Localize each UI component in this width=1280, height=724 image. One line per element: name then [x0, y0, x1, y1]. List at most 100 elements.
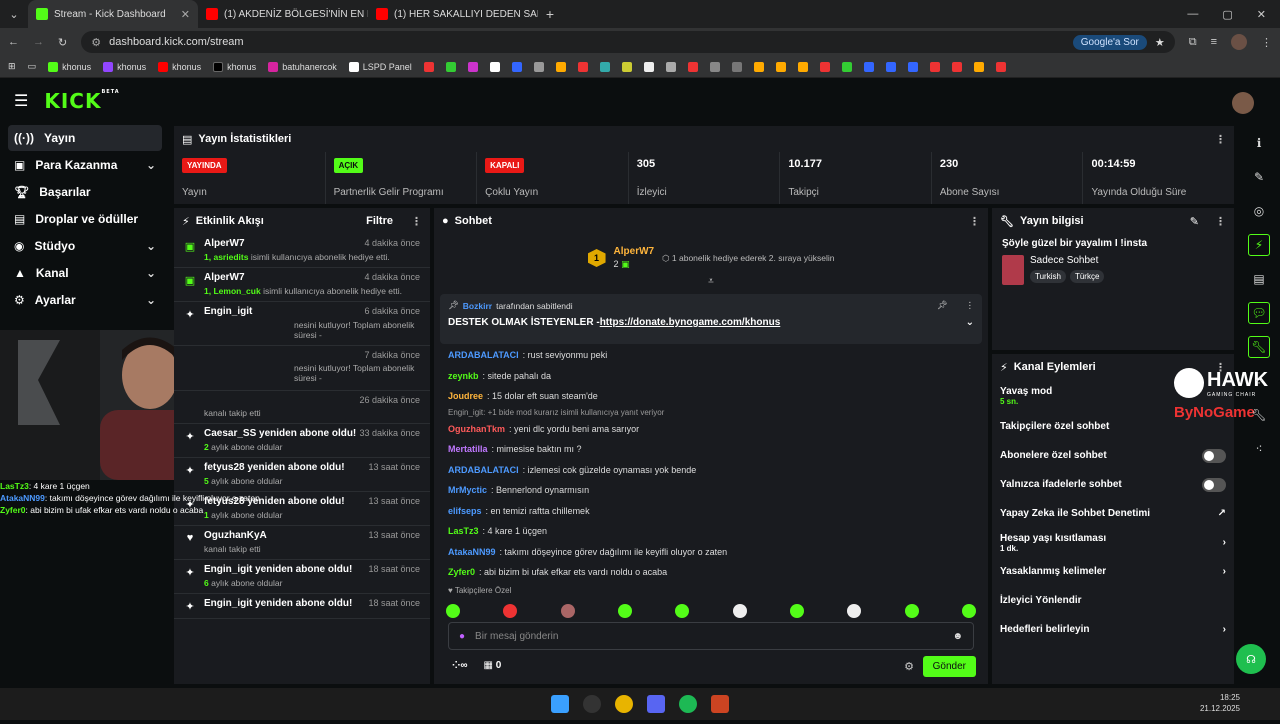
- chat-message[interactable]: zeynkb: sitede pahalı da: [444, 366, 984, 387]
- star-icon[interactable]: ★: [1155, 36, 1165, 49]
- google-ask-button[interactable]: Google'a Sor: [1072, 34, 1147, 50]
- media-icon[interactable]: ≡: [1211, 36, 1217, 48]
- mic-icon[interactable]: ●: [459, 631, 465, 642]
- sidebar-item-yayin[interactable]: ((·)) Yayın: [8, 125, 162, 151]
- chat-username[interactable]: OguzhanTkm: [448, 424, 505, 434]
- banned-words-row[interactable]: Yasaklanmış kelimeler ›: [992, 557, 1234, 586]
- chat-message[interactable]: ARDABALATACI: izlemesi cok güzelde oynam…: [444, 460, 984, 481]
- bookmark-kick[interactable]: khonus: [48, 61, 91, 72]
- kick-logo[interactable]: KICKBETA: [44, 89, 119, 113]
- send-button[interactable]: Gönder: [922, 656, 976, 677]
- document-icon[interactable]: ▤: [1248, 268, 1270, 290]
- sidebar-item-studyo[interactable]: ◉ Stüdyo ⌄: [8, 233, 162, 259]
- chat-username[interactable]: ARDABALATACI: [448, 465, 519, 475]
- more-icon[interactable]: ⋮: [966, 300, 975, 311]
- gear-icon[interactable]: ⚙: [904, 660, 914, 673]
- raid-row[interactable]: İzleyici Yönlendir: [992, 586, 1234, 615]
- subscribers-only-toggle[interactable]: [1202, 448, 1226, 463]
- emoji-icon[interactable]: ☻: [952, 631, 963, 642]
- collapse-icon[interactable]: ⩡: [434, 276, 988, 287]
- more-icon[interactable]: ⋮: [969, 215, 980, 228]
- spotify-icon[interactable]: [679, 695, 697, 713]
- close-window-icon[interactable]: ✕: [1257, 8, 1266, 21]
- tab-kick-dashboard[interactable]: Stream - Kick Dashboard ✕: [28, 0, 198, 28]
- ai-moderation-row[interactable]: Yapay Zeka ile Sohbet Denetimi ↗: [992, 499, 1234, 528]
- account-age-row[interactable]: Hesap yaşı kısıtlaması 1 dk. ›: [992, 528, 1234, 557]
- reload-icon[interactable]: ↻: [58, 36, 67, 49]
- pencil-icon[interactable]: ✎: [1190, 215, 1199, 228]
- chat-username[interactable]: ARDABALATACI: [448, 350, 519, 360]
- emote-icon[interactable]: [904, 604, 919, 618]
- list-item[interactable]: ✦ Caesar_SS yeniden abone oldu! 33 dakika …: [174, 424, 430, 458]
- chevron-down-icon[interactable]: ⌄: [966, 317, 974, 328]
- chat-message[interactable]: MrMyctic: Bennerlond oynarmısın: [444, 480, 984, 501]
- chat-message[interactable]: OguzhanTkm: yeni dlc yordu beni ama sarı…: [444, 419, 984, 440]
- wrench-icon[interactable]: 🔧︎: [1248, 336, 1270, 358]
- bookmark-x[interactable]: khonus: [213, 61, 256, 72]
- goals-row[interactable]: Hedefleri belirleyin ›: [992, 615, 1234, 644]
- minimize-icon[interactable]: —: [1187, 8, 1198, 21]
- windows-start-icon[interactable]: [551, 695, 569, 713]
- emote-only-toggle-row[interactable]: Yalnızca ifadelerle sohbet: [992, 470, 1234, 499]
- sidebar-item-droplar[interactable]: ▤ Droplar ve ödüller: [8, 206, 162, 232]
- emote-icon[interactable]: [446, 604, 460, 618]
- emote-icon[interactable]: [961, 604, 976, 618]
- emote-only-toggle[interactable]: [1202, 477, 1226, 492]
- support-button[interactable]: ☊: [1236, 644, 1266, 674]
- maximize-icon[interactable]: ▢: [1222, 8, 1232, 21]
- list-item[interactable]: ▣ AlperW7 4 dakika önce 1, asriedits isimli…: [174, 234, 430, 268]
- more-icon[interactable]: ⋮: [1215, 133, 1226, 146]
- extensions-icon[interactable]: ⧉: [1189, 36, 1197, 49]
- apps-icon[interactable]: ⊞: [8, 61, 16, 72]
- emote-icon[interactable]: [789, 604, 804, 618]
- chat-username[interactable]: MrMyctic: [448, 485, 487, 495]
- tab-search-icon[interactable]: ⌄: [0, 8, 28, 21]
- chat-icon[interactable]: 💬︎: [1248, 302, 1270, 324]
- chat-username[interactable]: Zyfer0: [448, 567, 475, 577]
- emote-icon[interactable]: [732, 604, 747, 618]
- forward-icon[interactable]: →: [33, 36, 44, 48]
- hamburger-menu-icon[interactable]: ☰: [14, 91, 28, 111]
- link-icon[interactable]: ⁘∞: [452, 660, 468, 671]
- chat-message[interactable]: elifseps: en temizi raftta chillemek: [444, 501, 984, 522]
- pinned-link[interactable]: https://donate.bynogame.com/khonus: [600, 317, 781, 328]
- chat-username[interactable]: Joudree: [448, 391, 483, 401]
- more-icon[interactable]: ⋮: [411, 215, 422, 228]
- bookmark-lspd[interactable]: LSPD Panel: [348, 61, 412, 72]
- tab-youtube-2[interactable]: (1) HER SAKALLIYI DEDEN SAN ✕: [368, 0, 538, 28]
- emote-icon[interactable]: [560, 604, 575, 618]
- pencil-icon[interactable]: ✎: [1248, 166, 1270, 188]
- menu-icon[interactable]: ⋮: [1261, 36, 1272, 49]
- chat-message[interactable]: Joudree: 15 dolar eft suan steam'de: [444, 386, 984, 407]
- list-item[interactable]: 26 dakika önce kanalı takip etti: [174, 391, 430, 424]
- emote-icon[interactable]: [617, 604, 632, 618]
- profile-avatar[interactable]: [1231, 34, 1247, 50]
- camera-icon[interactable]: ◎: [1248, 200, 1270, 222]
- filter-button[interactable]: Filtre: [366, 215, 393, 227]
- list-item[interactable]: ✦ Engin_igit yeniden abone oldu! 18 saat ö…: [174, 560, 430, 594]
- unpin-icon[interactable]: 📌︎: [937, 300, 948, 311]
- new-tab-icon[interactable]: +: [538, 6, 562, 22]
- nodes-icon[interactable]: ⁖: [1248, 438, 1270, 460]
- chat-input[interactable]: ● Bir mesaj gönderin ☻: [448, 622, 974, 650]
- obs-icon[interactable]: [711, 695, 729, 713]
- emote-icon[interactable]: [503, 604, 518, 618]
- chat-username[interactable]: elifseps: [448, 506, 482, 516]
- list-item[interactable]: ✦ Engin_igit yeniden abone oldu! 18 saat ö…: [174, 594, 430, 619]
- chat-username[interactable]: AtakaNN99: [448, 547, 496, 557]
- folder-icon[interactable]: ▭: [28, 61, 37, 72]
- list-item[interactable]: ♥ OguzhanKyA 13 saat önce kanalı takip etti: [174, 526, 430, 560]
- user-avatar[interactable]: [1232, 92, 1254, 114]
- sidebar-item-para-kazanma[interactable]: ▣ Para Kazanma ⌄: [8, 152, 162, 178]
- wrench-icon[interactable]: 🔧︎: [1248, 404, 1270, 426]
- list-item[interactable]: ✦ Engin_igit 6 dakika önce nesini kutluyor!…: [174, 302, 430, 346]
- info-icon[interactable]: ℹ: [1248, 132, 1270, 154]
- site-info-icon[interactable]: ⚙: [91, 36, 101, 49]
- back-icon[interactable]: ←: [8, 36, 19, 48]
- bolt-icon[interactable]: ⚡: [1248, 234, 1270, 256]
- close-tab-icon[interactable]: ✕: [181, 8, 190, 21]
- chat-username[interactable]: LasTz3: [448, 526, 479, 536]
- search-icon[interactable]: [583, 695, 601, 713]
- chat-username[interactable]: Mertatilla: [448, 444, 488, 454]
- tab-youtube-1[interactable]: (1) AKDENİZ BÖLGESİ'NİN EN D ✕: [198, 0, 368, 28]
